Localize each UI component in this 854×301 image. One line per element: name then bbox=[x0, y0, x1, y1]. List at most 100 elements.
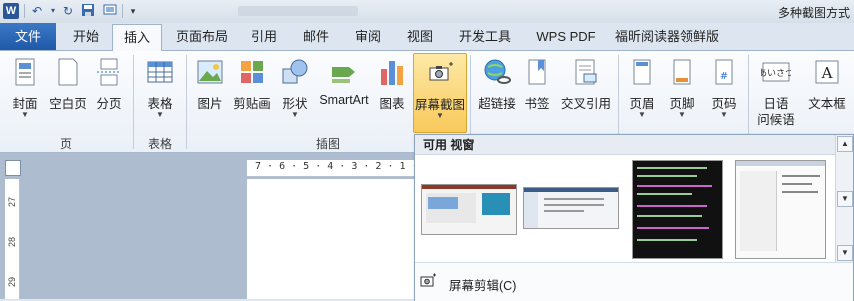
save-icon[interactable] bbox=[80, 3, 96, 19]
tab-mailings[interactable]: 邮件 bbox=[296, 23, 336, 50]
available-windows-header: 可用 视窗 bbox=[415, 135, 835, 155]
document-page[interactable] bbox=[247, 179, 415, 299]
cross-reference-icon bbox=[575, 59, 597, 85]
title-bar: W ↶ ▾ ↻ ▾ 多种截图方式 bbox=[0, 0, 854, 24]
svg-text:A: A bbox=[821, 64, 833, 82]
svg-text:#: # bbox=[720, 71, 728, 82]
toolbar-separator bbox=[122, 4, 123, 18]
screen-clipping-item[interactable]: 屏幕剪辑(C) bbox=[415, 262, 853, 301]
blank-page-icon bbox=[58, 58, 78, 86]
clip-art-button[interactable]: 剪贴画 bbox=[230, 53, 274, 131]
text-box-icon: A bbox=[815, 60, 839, 84]
page-break-button[interactable]: 分页 bbox=[92, 53, 126, 131]
page-number-button[interactable]: # 页码 ▼ bbox=[704, 53, 744, 131]
header-icon bbox=[633, 59, 651, 85]
word-app-icon[interactable]: W bbox=[3, 3, 19, 19]
smartart-icon bbox=[332, 67, 355, 83]
screenshot-popup: 可用 视窗 ▲ ▼ ▼ 屏幕剪辑(C) bbox=[414, 134, 854, 301]
redo-icon[interactable]: ↻ bbox=[60, 3, 76, 19]
table-icon bbox=[147, 61, 173, 83]
window-thumbnail[interactable] bbox=[632, 160, 723, 259]
chevron-down-icon: ▼ bbox=[156, 110, 164, 119]
picture-label: 图片 bbox=[197, 97, 223, 111]
chart-icon bbox=[381, 61, 403, 85]
picture-button[interactable]: 图片 bbox=[192, 53, 228, 131]
chart-button[interactable]: 图表 bbox=[374, 53, 410, 131]
blank-page-label: 空白页 bbox=[49, 97, 87, 111]
ruler-number: 29 bbox=[7, 277, 17, 288]
popup-scrollbar[interactable]: ▲ ▼ ▼ bbox=[835, 135, 853, 262]
shapes-button[interactable]: 形状 ▼ bbox=[276, 53, 314, 131]
page-break-icon bbox=[97, 58, 121, 86]
table-button[interactable]: 表格 ▼ bbox=[140, 53, 180, 131]
tab-insert[interactable]: 插入 bbox=[112, 24, 162, 52]
chevron-down-icon: ▼ bbox=[720, 110, 728, 119]
tab-wps-pdf[interactable]: WPS PDF bbox=[530, 23, 602, 50]
bookmark-icon bbox=[528, 59, 546, 85]
footer-icon bbox=[673, 59, 691, 85]
tab-view[interactable]: 视图 bbox=[400, 23, 440, 50]
tab-developer[interactable]: 开发工具 bbox=[452, 23, 518, 50]
ruler-number: 28 bbox=[7, 237, 17, 248]
tab-home[interactable]: 开始 bbox=[64, 23, 108, 50]
undo-icon[interactable]: ↶ bbox=[29, 3, 45, 19]
chevron-down-icon: ▼ bbox=[436, 111, 444, 120]
scroll-down-icon[interactable]: ▼ bbox=[837, 245, 853, 261]
clip-art-label: 剪贴画 bbox=[233, 97, 271, 111]
page-break-label: 分页 bbox=[96, 97, 122, 111]
cover-page-button[interactable]: 封面 ▼ bbox=[6, 53, 44, 131]
customize-dropdown-icon[interactable]: ▾ bbox=[125, 3, 141, 19]
footer-button[interactable]: 页脚 ▼ bbox=[664, 53, 700, 131]
scroll-up-icon[interactable]: ▲ bbox=[837, 136, 853, 152]
scroll-page-icon[interactable]: ▼ bbox=[837, 191, 853, 207]
picture-icon bbox=[197, 60, 223, 84]
group-label-table: 表格 bbox=[147, 137, 172, 151]
header-button[interactable]: 页眉 ▼ bbox=[624, 53, 660, 131]
chart-label: 图表 bbox=[379, 97, 405, 111]
smartart-button[interactable]: SmartArt bbox=[316, 53, 372, 131]
blank-page-button[interactable]: 空白页 bbox=[46, 53, 90, 131]
hyperlink-button[interactable]: 超链接 bbox=[476, 53, 518, 131]
cross-reference-label: 交叉引用 bbox=[560, 97, 611, 111]
japanese-greeting-icon: あいさつ bbox=[761, 62, 791, 82]
chevron-down-icon: ▼ bbox=[678, 110, 686, 119]
ruler-toggle-button[interactable] bbox=[5, 160, 21, 176]
toolbar-separator bbox=[24, 4, 25, 18]
page-number-icon: # bbox=[715, 59, 733, 85]
window-thumbnail[interactable] bbox=[735, 160, 826, 259]
svg-text:あいさつ: あいさつ bbox=[761, 68, 791, 79]
ruler-scale: 7 · 6 · 5 · 4 · 3 · 2 · 1 · bbox=[255, 161, 418, 172]
hyperlink-icon bbox=[484, 59, 511, 84]
undo-dropdown-icon[interactable]: ▾ bbox=[45, 3, 61, 19]
chevron-down-icon: ▼ bbox=[291, 110, 299, 119]
bookmark-label: 书签 bbox=[524, 97, 550, 111]
tab-file[interactable]: 文件 bbox=[0, 23, 56, 50]
smartart-label: SmartArt bbox=[319, 93, 369, 107]
screenshot-icon bbox=[429, 62, 453, 81]
hyperlink-label: 超链接 bbox=[478, 97, 516, 111]
document-title: 多种截图方式 bbox=[777, 6, 850, 20]
screenshot-button[interactable]: 屏幕截图 ▼ bbox=[413, 53, 467, 133]
tab-review[interactable]: 审阅 bbox=[348, 23, 388, 50]
vertical-ruler: 27 28 29 bbox=[5, 179, 20, 299]
tab-references[interactable]: 引用 bbox=[244, 23, 284, 50]
tab-foxit-reader[interactable]: 福昕阅读器领鲜版 bbox=[612, 23, 722, 50]
bookmark-button[interactable]: 书签 bbox=[520, 53, 554, 131]
cross-reference-button[interactable]: 交叉引用 bbox=[558, 53, 614, 131]
window-thumbnail[interactable] bbox=[421, 184, 517, 235]
tab-page-layout[interactable]: 页面布局 bbox=[170, 23, 234, 50]
text-box-button[interactable]: A 文本框 bbox=[804, 53, 850, 131]
shapes-icon bbox=[282, 59, 308, 84]
group-label-page: 页 bbox=[59, 137, 72, 151]
screen-clipping-icon bbox=[420, 273, 436, 287]
screen-icon[interactable] bbox=[102, 3, 118, 19]
screen-clipping-label: 屏幕剪辑(C) bbox=[449, 279, 517, 293]
horizontal-ruler: 7 · 6 · 5 · 4 · 3 · 2 · 1 · bbox=[247, 160, 418, 177]
window-thumbnail[interactable] bbox=[523, 187, 619, 229]
chevron-down-icon: ▼ bbox=[638, 110, 646, 119]
ruler-number: 27 bbox=[7, 197, 17, 208]
chevron-down-icon: ▼ bbox=[21, 110, 29, 119]
ribbon-tabs: 文件 开始 插入 页面布局 引用 邮件 审阅 视图 开发工具 WPS PDF 福… bbox=[0, 23, 854, 52]
blurred-area bbox=[238, 6, 358, 16]
japanese-greeting-button[interactable]: あいさつ 日语 问候语 bbox=[752, 53, 800, 131]
